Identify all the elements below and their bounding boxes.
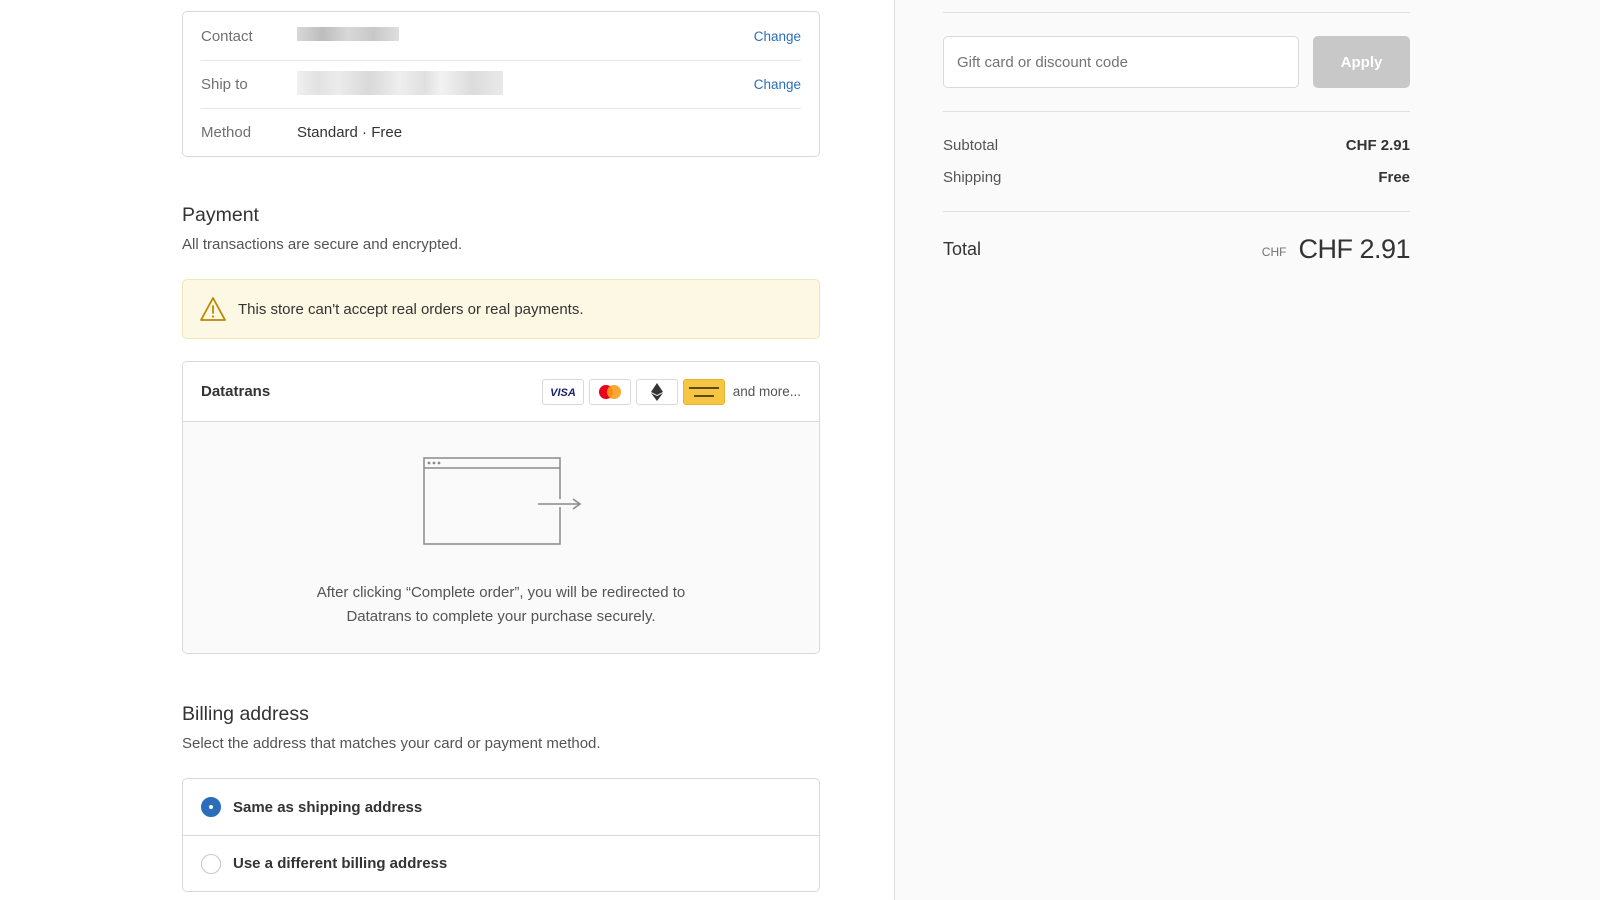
payment-title: Payment bbox=[182, 204, 259, 226]
browser-redirect-icon bbox=[423, 457, 582, 545]
payment-method-header[interactable]: Datatrans VISA and more... bbox=[183, 362, 819, 422]
billing-subtitle: Select the address that matches your car… bbox=[182, 735, 601, 752]
shipping-value: Free bbox=[1378, 169, 1410, 186]
redirect-text-line-1: After clicking “Complete order”, you wil… bbox=[316, 584, 686, 601]
subtotal-value: CHF 2.91 bbox=[1345, 137, 1410, 154]
redirect-text-line-2: Datatrans to complete your purchase secu… bbox=[346, 608, 656, 625]
review-box: Contact Change Ship to Change Method Sta… bbox=[182, 11, 820, 157]
payment-provider-name: Datatrans bbox=[201, 383, 271, 400]
ship-to-row: Ship to Change bbox=[201, 60, 801, 108]
billing-title: Billing address bbox=[182, 703, 309, 725]
subtotal-line: Subtotal CHF 2.91 bbox=[943, 137, 1410, 154]
shipping-label: Shipping bbox=[943, 169, 1002, 186]
change-contact-link[interactable]: Change bbox=[754, 29, 801, 44]
mastercard-icon bbox=[588, 378, 631, 405]
warning-icon bbox=[200, 297, 226, 321]
ship-to-label: Ship to bbox=[201, 76, 248, 93]
order-summary-sidebar bbox=[894, 0, 1600, 900]
subtotal-label: Subtotal bbox=[943, 137, 999, 154]
main-content: Contact Change Ship to Change Method Sta… bbox=[0, 0, 894, 900]
redirect-text: After clicking “Complete order”, you wil… bbox=[183, 581, 819, 629]
visa-icon: VISA bbox=[541, 378, 584, 405]
redacted-contact bbox=[297, 27, 399, 41]
billing-option-different-label: Use a different billing address bbox=[233, 855, 448, 872]
warning-text: This store can't accept real orders or r… bbox=[238, 300, 584, 318]
shipping-line: Shipping Free bbox=[943, 169, 1410, 186]
total-value: CHF 2.91 bbox=[1298, 234, 1410, 264]
summary-divider-top bbox=[943, 12, 1410, 13]
total-currency: CHF bbox=[1261, 244, 1287, 259]
radio-same-selected[interactable] bbox=[201, 797, 221, 817]
contact-label: Contact bbox=[201, 27, 253, 45]
ethereum-icon bbox=[635, 378, 678, 405]
redirect-info: After clicking “Complete order”, you wil… bbox=[183, 422, 819, 653]
billing-option-same-label: Same as shipping address bbox=[233, 798, 423, 816]
radio-different[interactable] bbox=[201, 853, 221, 874]
billing-option-different[interactable]: Use a different billing address bbox=[183, 835, 819, 891]
total-amount-group: CHF CHF 2.91 bbox=[1261, 234, 1411, 265]
redacted-address bbox=[297, 70, 503, 95]
postfinance-icon bbox=[682, 378, 725, 405]
change-ship-to-link[interactable]: Change bbox=[754, 77, 801, 92]
summary-divider-bottom bbox=[943, 211, 1410, 212]
method-row: Method Standard · Free bbox=[201, 108, 801, 156]
summary-divider-mid bbox=[943, 111, 1410, 112]
payment-method-box: Datatrans VISA and more... After clickin… bbox=[182, 361, 820, 654]
test-store-warning: This store can't accept real orders or r… bbox=[182, 279, 820, 339]
payment-subtitle: All transactions are secure and encrypte… bbox=[182, 236, 463, 253]
method-value: Standard · Free bbox=[297, 124, 403, 141]
total-line: Total CHF CHF 2.91 bbox=[943, 234, 1410, 265]
billing-option-same[interactable]: Same as shipping address bbox=[183, 779, 819, 835]
total-label: Total bbox=[943, 239, 982, 259]
more-methods-text: and more... bbox=[732, 384, 801, 399]
contact-row: Contact Change bbox=[201, 12, 801, 60]
method-label: Method bbox=[201, 124, 252, 141]
billing-options: Same as shipping address Use a different… bbox=[182, 778, 820, 892]
gift-card-input[interactable] bbox=[943, 36, 1299, 88]
svg-text:VISA: VISA bbox=[550, 387, 576, 398]
apply-button[interactable]: Apply bbox=[1313, 36, 1410, 88]
contact-value bbox=[297, 27, 754, 45]
ship-to-value bbox=[297, 70, 754, 99]
